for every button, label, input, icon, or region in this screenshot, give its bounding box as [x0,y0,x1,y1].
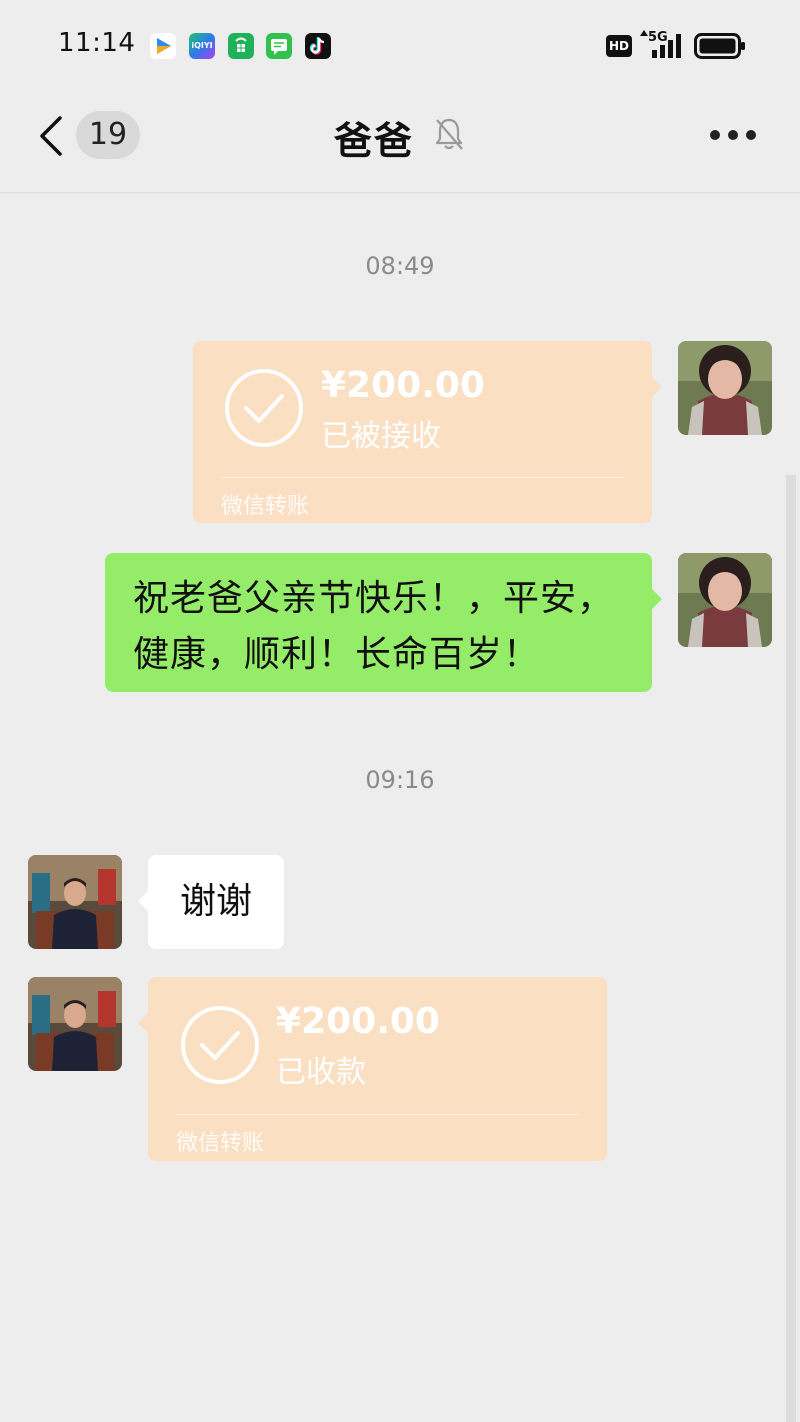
text-bubble-received[interactable]: 谢谢 [148,855,284,949]
bubble-tail [138,891,148,911]
text-bubble-sent[interactable]: 祝老爸父亲节快乐！，平安， 健康，顺利！长命百岁！ [105,553,652,692]
message-text-line: 祝老爸父亲节快乐！，平安， [133,578,615,619]
transfer-footer: 微信转账 [176,1131,265,1156]
transfer-amount: ¥200.00 [321,365,485,406]
timestamp: 08:49 [365,252,435,280]
transfer-check-icon [225,369,303,447]
chat-title: 爸爸 [334,119,415,163]
back-arrow-icon[interactable] [36,112,68,160]
transfer-status: 已被接收 [321,419,441,454]
transfer-bubble-sent[interactable]: ¥200.00 已被接收 微信转账 [193,341,652,523]
transfer-check-icon [181,1006,259,1084]
avatar-self[interactable] [678,553,772,647]
bubble-tail [138,1013,148,1033]
scrollbar[interactable] [786,475,796,1422]
iqiyi-icon: iQIYI [189,33,215,59]
status-time: 11:14 [58,28,136,58]
transfer-divider [176,1114,579,1115]
app-store-icon [228,33,254,59]
muted-bell-icon [435,118,463,150]
bubble-tail [652,377,662,397]
chat-header: 19 爸爸 [0,92,800,193]
avatar-contact[interactable] [28,977,122,1071]
more-options-icon[interactable] [710,130,756,142]
tiktok-icon [305,33,331,59]
avatar-self[interactable] [678,341,772,435]
status-bar: 11:14 iQIYI HD 5G [0,0,800,92]
bubble-tail [652,589,662,609]
timestamp: 09:16 [365,766,435,794]
transfer-divider [221,477,624,478]
transfer-amount: ¥200.00 [276,1001,440,1042]
transfer-bubble-received[interactable]: ¥200.00 已收款 微信转账 [148,977,607,1161]
video-app-icon [150,33,176,59]
battery-icon [694,33,745,59]
message-text-line: 健康，顺利！长命百岁！ [133,634,541,675]
transfer-footer: 微信转账 [221,494,310,519]
transfer-status: 已收款 [276,1055,366,1090]
messages-icon [266,33,292,59]
hd-icon: HD [606,35,632,57]
avatar-contact[interactable] [28,855,122,949]
signal-icon [640,30,681,58]
unread-count-badge[interactable]: 19 [76,111,140,159]
